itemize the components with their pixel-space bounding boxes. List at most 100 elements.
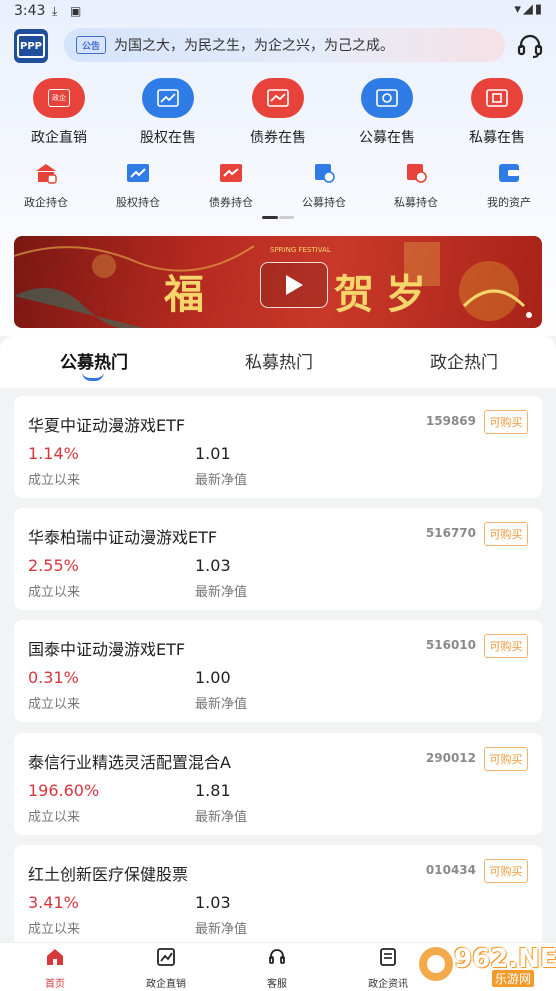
fund-card[interactable]: 国泰中证动漫游戏ETF 516010 可购买 0.31% 成立以来 1.00 最… [14,620,542,722]
fund-code: 516010 [425,638,476,652]
fund-name: 华夏中证动漫游戏ETF [28,416,186,435]
buy-badge[interactable]: 可购买 [484,634,528,658]
holding-my-assets[interactable]: 我的资产 [463,162,555,210]
building-icon [36,164,57,184]
fund-return: 1.14% [28,444,79,463]
nav-customer-service[interactable]: 客服 [232,947,322,990]
watermark-sub: 乐游网 [492,970,535,987]
status-bar: 3:43 ⤓ ▣ ▾◢▮ [0,0,556,24]
public-fund-holding-icon [315,164,335,183]
fund-name: 国泰中证动漫游戏ETF [28,640,186,659]
announcement-icon: 公告 [76,36,106,54]
banner-fu: 福 [164,271,204,318]
product-gongmu-zaishou[interactable]: 公募在售 [332,78,442,147]
app-logo[interactable]: PPP [14,29,48,63]
chart-icon [157,948,175,966]
signal-battery-icons: ▾◢▮ [514,2,544,17]
fund-nav-label: 最新净值 [195,697,248,712]
holding-simu[interactable]: 私募持仓 [370,162,462,210]
banner-subtitle: SPRING FESTIVAL [270,246,331,254]
bond-trend-icon [220,164,242,182]
fund-code: 516770 [425,526,476,540]
tab-public-hot[interactable]: 公募热门 [60,348,128,373]
banner-dot [526,312,532,318]
fund-nav: 1.03 [195,556,231,575]
fund-code: 010434 [425,863,476,877]
bond-chart-icon [252,78,304,118]
fund-code: 290012 [425,751,476,765]
stock-chart-icon [142,78,194,118]
fund-nav: 1.00 [195,668,231,687]
private-fund-icon [471,78,523,118]
promo-banner[interactable]: 福 贺 岁 SPRING FESTIVAL [14,236,542,328]
play-icon [286,275,303,295]
trend-icon [127,164,149,182]
announcement-bar[interactable]: 公告 为国之大，为民之生，为企之兴，为己之成。 [64,28,505,62]
private-fund-holding-icon [407,164,427,183]
fund-name: 泰信行业精选灵活配置混合A [28,753,231,772]
product-label: 公募在售 [359,130,415,146]
document-icon [380,948,396,966]
header: PPP 公告 为国之大，为民之生，为企之兴，为己之成。 [0,26,556,66]
logo-mark: PPP [17,34,45,58]
headset-nav-icon [269,949,285,964]
nav-home[interactable]: 首页 [10,947,100,990]
fund-return-label: 成立以来 [28,922,81,937]
fund-return-label: 成立以来 [28,585,81,600]
fund-nav: 1.81 [195,781,231,800]
fund-card[interactable]: 华泰柏瑞中证动漫游戏ETF 516770 可购买 2.55% 成立以来 1.03… [14,508,542,610]
holding-gongmu[interactable]: 公募持仓 [278,162,370,210]
app-notification-icon: ▣ [70,4,82,18]
fund-card[interactable]: 泰信行业精选灵活配置混合A 290012 可购买 196.60% 成立以来 1.… [14,733,542,835]
holding-guquan[interactable]: 股权持仓 [92,162,184,210]
fund-card[interactable]: 红土创新医疗保健股票 010434 可购买 3.41% 成立以来 1.03 最新… [14,845,542,947]
fund-return: 3.41% [28,893,79,912]
buy-badge[interactable]: 可购买 [484,410,528,434]
page-indicator [262,216,294,219]
product-label: 政企直销 [31,130,87,146]
fund-nav: 1.01 [195,444,231,463]
holdings-nav: 政企持仓 股权持仓 债券持仓 公募持仓 私募持仓 我的资产 [0,162,556,212]
fund-nav-label: 最新净值 [195,922,248,937]
fund-return-label: 成立以来 [28,473,81,488]
holding-zhengqi[interactable]: 政企持仓 [0,162,92,210]
zhengqi-icon: 政企 [33,78,85,118]
fund-nav-label: 最新净值 [195,810,248,825]
watermark-logo-icon [419,947,453,981]
fund-return-label: 成立以来 [28,697,81,712]
tab-bar: 公募热门 私募热门 政企热门 [0,336,556,388]
nav-zhengqi-zhixiao[interactable]: 政企直销 [121,947,211,990]
fund-return: 0.31% [28,668,79,687]
public-fund-icon [361,78,413,118]
product-zhaiquan-zaishou[interactable]: 债券在售 [223,78,333,147]
holding-zhaiquan[interactable]: 债券持仓 [185,162,277,210]
fund-card[interactable]: 华夏中证动漫游戏ETF 159869 可购买 1.14% 成立以来 1.01 最… [14,396,542,498]
fund-name: 红土创新医疗保健股票 [28,865,189,884]
play-button[interactable] [260,262,328,308]
fund-nav-label: 最新净值 [195,473,248,488]
hot-funds-panel: 公募热门 私募热门 政企热门 华夏中证动漫游戏ETF 159869 可购买 1.… [0,336,556,990]
announcement-text: 为国之大，为民之生，为企之兴，为己之成。 [114,38,394,54]
home-icon [47,949,63,965]
status-time: 3:43 [14,3,46,19]
banner-sui: 岁 [386,271,426,318]
fund-nav: 1.03 [195,893,231,912]
tab-active-indicator [82,372,104,381]
buy-badge[interactable]: 可购买 [484,859,528,883]
product-nav: 政企 政企直销 股权在售 债券在售 公募在售 私募在售 [0,78,556,148]
product-simu-zaishou[interactable]: 私募在售 [442,78,552,147]
fund-code: 159869 [425,414,476,428]
buy-badge[interactable]: 可购买 [484,522,528,546]
headset-icon[interactable] [516,32,544,60]
wallet-icon [499,164,519,182]
fund-name: 华泰柏瑞中证动漫游戏ETF [28,528,218,547]
fund-nav-label: 最新净值 [195,585,248,600]
product-label: 股权在售 [140,130,196,146]
buy-badge[interactable]: 可购买 [484,747,528,771]
tab-zhengqi-hot[interactable]: 政企热门 [430,348,498,373]
product-guquan-zaishou[interactable]: 股权在售 [113,78,223,147]
product-zhengqi-zhixiao[interactable]: 政企 政企直销 [4,78,114,147]
site-watermark: 962.NET 乐游网 [416,942,556,987]
tab-private-hot[interactable]: 私募热门 [245,348,313,373]
fund-return: 2.55% [28,556,79,575]
